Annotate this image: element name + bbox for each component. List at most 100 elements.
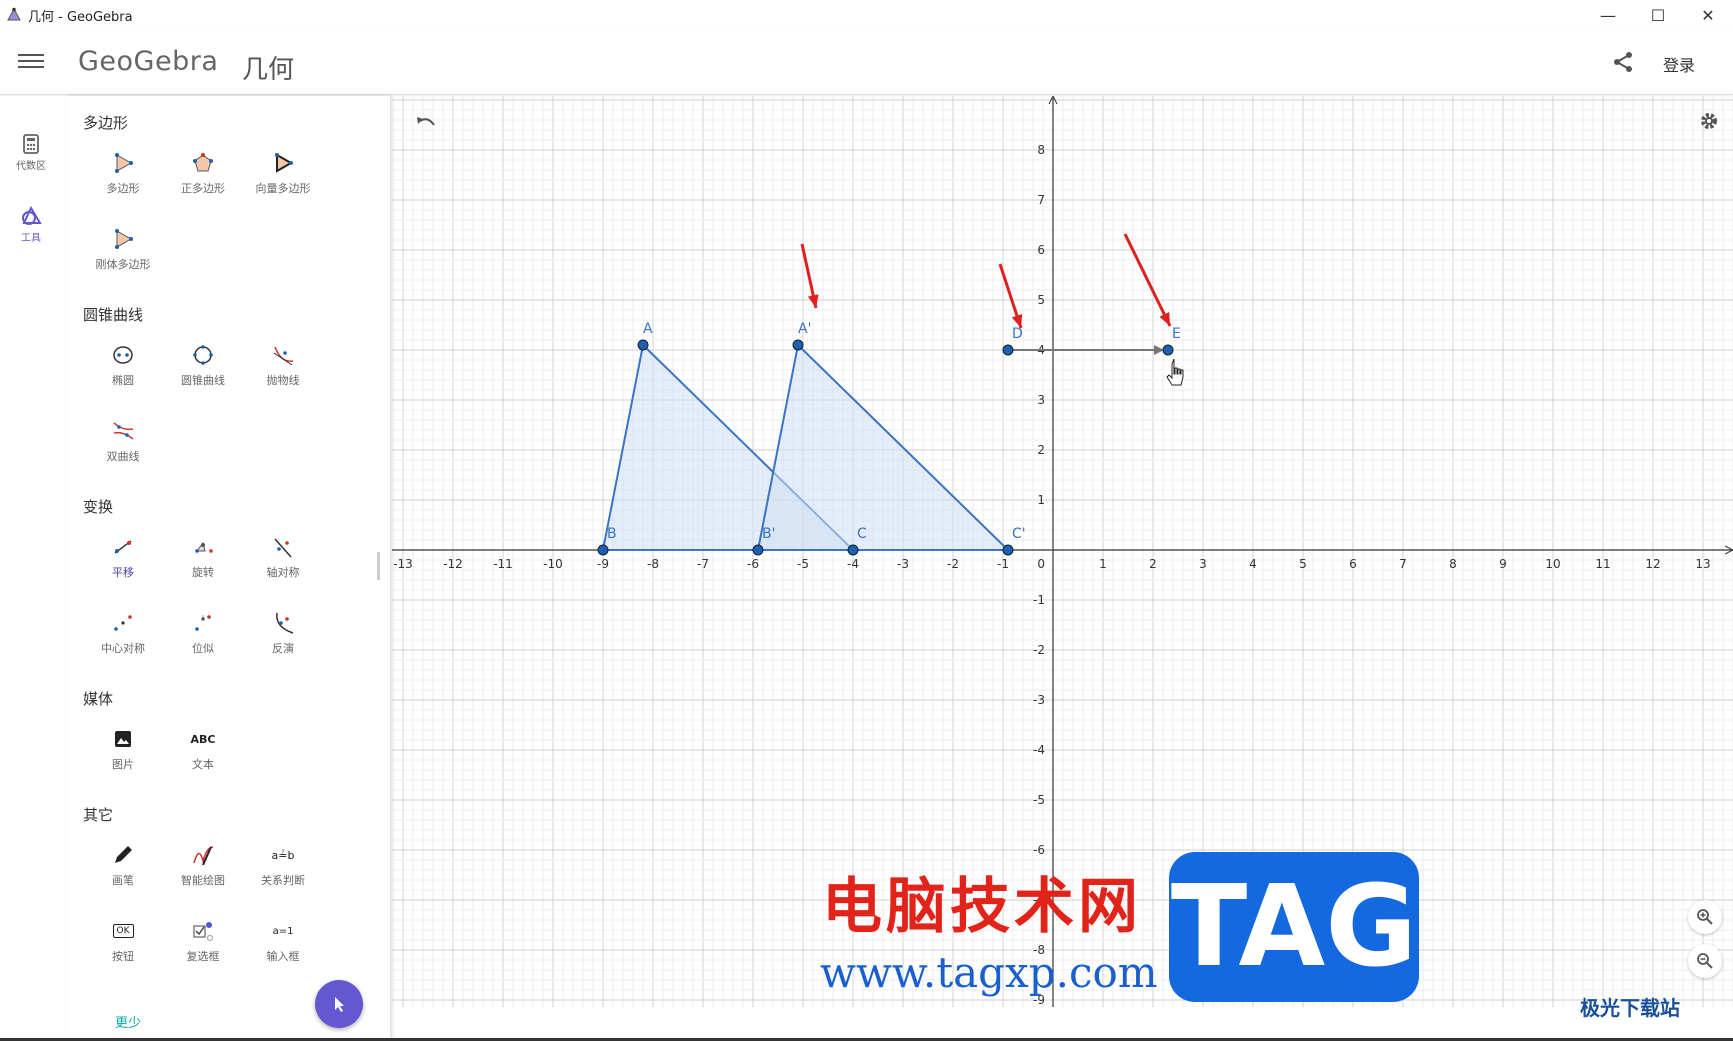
ellipse-icon	[113, 346, 133, 364]
point-a-prime	[792, 339, 804, 351]
polygon-icon	[115, 153, 133, 173]
point-b	[597, 544, 609, 556]
x-tick-label: -4	[847, 557, 859, 571]
section-title-polygon: 多边形	[83, 114, 129, 132]
point-label: D	[1012, 326, 1023, 342]
zoom-in-button[interactable]	[1688, 900, 1722, 934]
x-tick-label: -10	[543, 557, 563, 571]
x-tick-label: -9	[597, 557, 609, 571]
checkbox-icon	[193, 922, 213, 941]
window-title: 几何 - GeoGebra	[28, 9, 133, 25]
undo-icon[interactable]	[414, 113, 438, 133]
image-icon	[115, 731, 131, 747]
tool-vector-polygon[interactable]: 向量多边形	[243, 150, 323, 196]
point-label: E	[1172, 326, 1181, 342]
x-tick-label: 5	[1299, 557, 1307, 571]
point-b-prime	[752, 544, 764, 556]
tool-ellipse[interactable]: 椭圆	[83, 342, 163, 388]
parabola-icon	[273, 346, 294, 366]
tool-rigid-polygon[interactable]: 刚体多边形	[83, 226, 163, 272]
hyperbola-icon	[113, 422, 134, 440]
tool-pen[interactable]: 画笔	[83, 842, 163, 888]
x-tick-label: -7	[697, 557, 709, 571]
watermark-url: www.tagxp.com	[820, 948, 1158, 997]
close-button[interactable]: ✕	[1683, 0, 1733, 30]
share-icon[interactable]	[1611, 50, 1635, 74]
tool-dilate[interactable]: 位似	[163, 610, 243, 656]
point-d	[1002, 344, 1014, 356]
tool-rotate[interactable]: 旋转	[163, 534, 243, 580]
tool-regular-polygon[interactable]: 正多边形	[163, 150, 243, 196]
hand-cursor-icon	[1166, 358, 1184, 386]
tool-hyperbola[interactable]: 双曲线	[83, 418, 163, 464]
tool-checkbox[interactable]: 复选框	[163, 918, 243, 964]
point-label: A	[643, 321, 653, 337]
tool-text[interactable]: ABC 文本	[163, 726, 243, 772]
tool-reflect-point[interactable]: 中心对称	[83, 610, 163, 656]
y-tick-label: 6	[1037, 243, 1045, 257]
tool-parabola[interactable]: 抛物线	[243, 342, 323, 388]
x-tick-label: 3	[1199, 557, 1207, 571]
maximize-button[interactable]: ☐	[1633, 0, 1683, 30]
relation-icon: a≟b	[271, 848, 295, 862]
y-tick-label: 8	[1037, 143, 1045, 157]
section-title-media: 媒体	[83, 690, 114, 708]
geogebra-app-icon	[7, 7, 21, 21]
conic-icon	[193, 345, 213, 365]
point-label: B'	[762, 526, 775, 542]
text-icon: ABC	[190, 732, 216, 746]
x-tick-label: 13	[1695, 557, 1710, 571]
login-button[interactable]: 登录	[1663, 52, 1695, 76]
tool-freehand[interactable]: 智能绘图	[163, 842, 243, 888]
translate-icon	[114, 540, 132, 554]
point-label: A'	[798, 321, 811, 337]
x-tick-label: 9	[1499, 557, 1507, 571]
pen-icon	[115, 846, 132, 863]
x-tick-label: -13	[393, 557, 413, 571]
section-title-conics: 圆锥曲线	[83, 306, 144, 324]
x-tick-label: -12	[443, 557, 463, 571]
cursor-icon	[335, 997, 344, 1012]
rail-item-tools[interactable]: 工具	[0, 205, 62, 244]
tool-relation[interactable]: a≟b 关系判断	[243, 842, 323, 888]
dilate-icon	[195, 615, 211, 631]
zoom-in-icon	[1697, 909, 1713, 925]
y-tick-label: -4	[1033, 743, 1045, 757]
tool-conic[interactable]: 圆锥曲线	[163, 342, 243, 388]
panel-scrollbar[interactable]	[377, 552, 380, 580]
y-tick-label: -5	[1033, 793, 1045, 807]
tool-button[interactable]: OK 按钮	[83, 918, 163, 964]
menu-icon[interactable]	[18, 50, 44, 72]
tool-translate[interactable]: 平移	[83, 534, 163, 580]
tool-polygon[interactable]: 多边形	[83, 150, 163, 196]
settings-gear-icon[interactable]	[1698, 110, 1720, 132]
point-label: C	[857, 526, 867, 542]
vector-polygon-icon	[275, 153, 294, 173]
tools-icon	[22, 205, 42, 225]
tool-image[interactable]: 图片	[83, 726, 163, 772]
tool-reflect-line[interactable]: 轴对称	[243, 534, 323, 580]
x-tick-label: -8	[647, 557, 659, 571]
zoom-out-button[interactable]	[1688, 944, 1722, 978]
x-tick-label: 4	[1249, 557, 1257, 571]
tools-panel: 多边形 多边形 正多边形 向量多边形 刚体多边形 圆锥曲线 椭圆 圆锥曲线 抛物…	[66, 96, 390, 1040]
show-less-link[interactable]: 更少	[115, 1012, 141, 1031]
y-tick-label: -6	[1033, 843, 1045, 857]
tool-invert[interactable]: 反演	[243, 610, 323, 656]
minimize-button[interactable]: —	[1583, 0, 1633, 30]
tool-input-box[interactable]: a=1 输入框	[243, 918, 323, 964]
app-header: GeoGebra 几何 登录	[0, 30, 1733, 95]
point-e	[1162, 344, 1174, 356]
reflect-point-icon	[114, 615, 132, 631]
point-c	[847, 544, 859, 556]
rail-item-label: 代数区	[16, 161, 46, 172]
rail-item-algebra[interactable]: 代数区	[0, 134, 62, 172]
rigid-polygon-icon	[115, 229, 133, 249]
x-tick-label: 11	[1595, 557, 1610, 571]
x-tick-label: -1	[997, 557, 1009, 571]
view-rail: 代数区 工具	[0, 96, 66, 1041]
section-title-other: 其它	[83, 806, 114, 824]
move-tool-button[interactable]	[315, 980, 363, 1028]
zoom-out-icon	[1697, 953, 1713, 969]
x-tick-label: 1	[1099, 557, 1107, 571]
